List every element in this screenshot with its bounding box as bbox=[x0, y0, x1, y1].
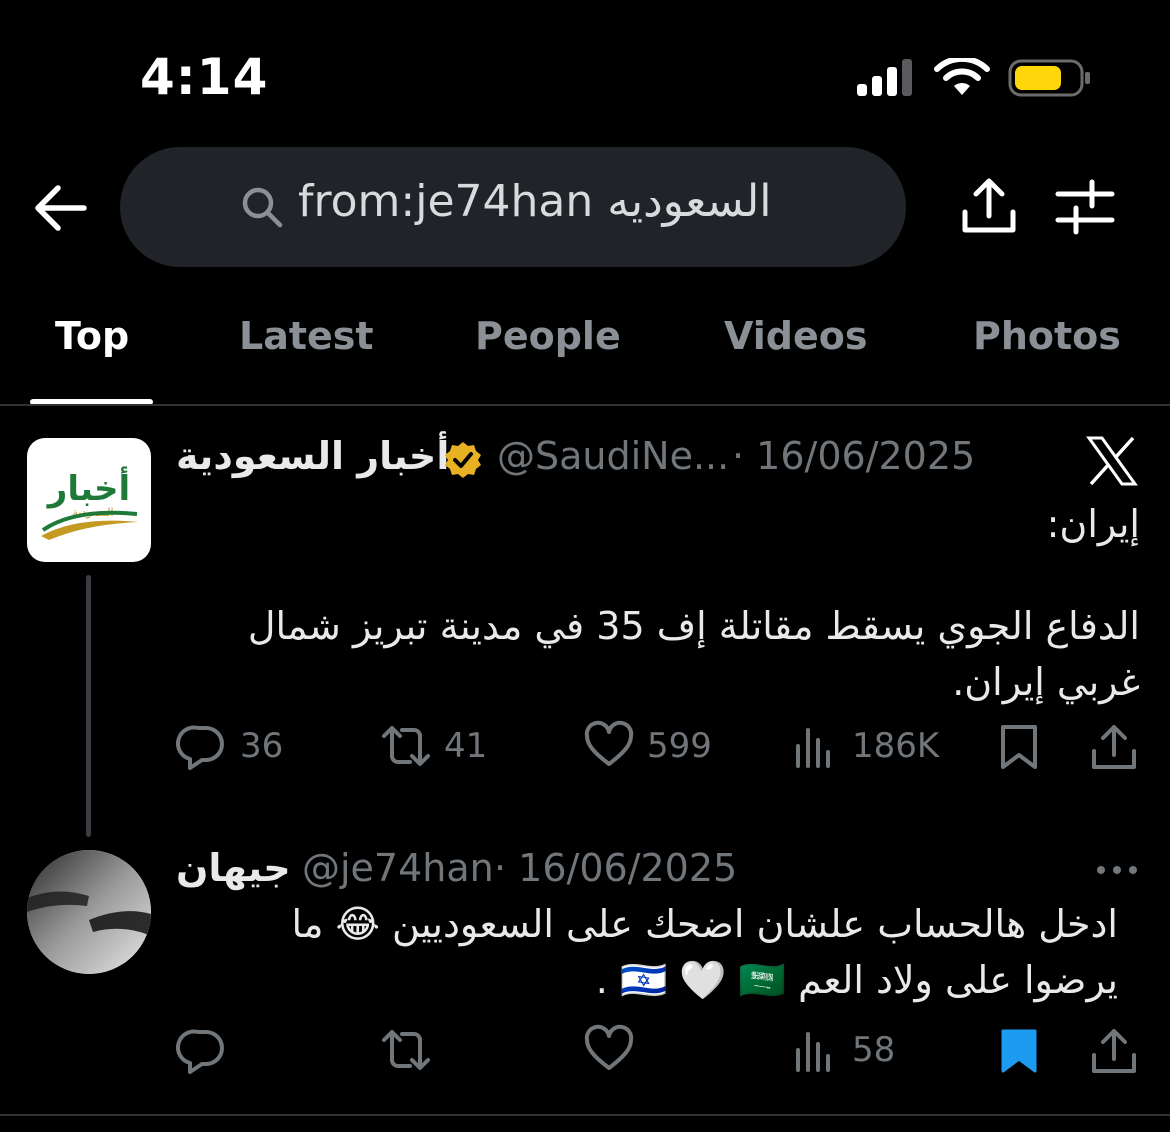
repost-icon bbox=[382, 726, 430, 766]
share-icon[interactable] bbox=[1088, 721, 1140, 773]
battery-icon bbox=[1008, 59, 1090, 97]
repost-count: 41 bbox=[444, 726, 488, 766]
avatar-je74han[interactable] bbox=[27, 850, 151, 974]
views-button[interactable]: 186K bbox=[788, 720, 939, 772]
tweet2-date: · 16/06/2025 bbox=[494, 846, 738, 890]
tab-top[interactable]: Top bbox=[55, 314, 129, 358]
reply-icon bbox=[176, 725, 224, 770]
reply-button[interactable]: 36 bbox=[176, 720, 283, 772]
back-arrow-icon[interactable] bbox=[30, 182, 90, 234]
like-button[interactable]: 599 bbox=[583, 720, 712, 772]
like-icon bbox=[584, 720, 634, 766]
avatar-image bbox=[27, 850, 151, 974]
reply-count: 36 bbox=[240, 726, 284, 766]
tab-videos[interactable]: Videos bbox=[724, 314, 867, 358]
search-icon bbox=[242, 187, 283, 228]
views-button[interactable]: 58 bbox=[788, 1024, 895, 1076]
tweet1-text-line3: الدفاع الجوي يسقط مقاتلة إف 35 في مدينة … bbox=[247, 604, 1140, 648]
x-logo-icon bbox=[1086, 436, 1138, 486]
tab-latest[interactable]: Latest bbox=[239, 314, 374, 358]
tweet1-text-line4: غربي إيران. bbox=[952, 660, 1140, 704]
wifi-icon bbox=[934, 58, 990, 95]
tweet2-text-line2: يرضوا على ولاد العم 🇮🇱 🤍 🇸🇦 . bbox=[595, 958, 1118, 1002]
views-count: 58 bbox=[852, 1030, 896, 1070]
repost-icon[interactable] bbox=[380, 1024, 432, 1076]
tweet1-header: أخبار السعودية bbox=[176, 434, 449, 478]
tweet2-text-line1: ادخل هالحساب علشان اضحك على السعوديين 😂 … bbox=[291, 902, 1118, 946]
tab-photos[interactable]: Photos bbox=[973, 314, 1121, 358]
status-time: 4:14 bbox=[140, 48, 269, 106]
views-icon bbox=[796, 728, 830, 768]
share-icon[interactable] bbox=[958, 176, 1020, 238]
tweet1-text-line1: إيران: bbox=[1046, 502, 1140, 546]
tabs-divider bbox=[0, 404, 1170, 406]
avatar-saudi-news[interactable]: أخبار السعودية bbox=[27, 438, 151, 562]
tweet1-display-name[interactable]: أخبار السعودية bbox=[176, 434, 449, 478]
reply-icon[interactable] bbox=[176, 1024, 228, 1076]
thread-line bbox=[86, 575, 91, 837]
bottom-divider bbox=[0, 1114, 1170, 1116]
tweet1-date: · 16/06/2025 bbox=[732, 434, 976, 478]
like-icon[interactable] bbox=[583, 1024, 635, 1076]
tweet1-handle[interactable]: @SaudiNe... bbox=[497, 434, 729, 478]
bookmark-icon[interactable] bbox=[993, 721, 1045, 773]
share-icon[interactable] bbox=[1088, 1025, 1140, 1077]
tweet2-handle[interactable]: @je74han bbox=[302, 846, 494, 890]
search-query[interactable]: from:je74han السعوديه bbox=[298, 176, 772, 227]
like-count: 599 bbox=[647, 726, 712, 766]
repost-button[interactable]: 41 bbox=[380, 720, 487, 772]
verified-badge-icon bbox=[445, 442, 481, 478]
views-icon bbox=[796, 1032, 830, 1072]
more-icon[interactable] bbox=[1094, 858, 1140, 882]
saudi-news-logo: أخبار السعودية bbox=[41, 466, 139, 540]
filter-icon[interactable] bbox=[1054, 178, 1116, 236]
tweet2-display-name: جيهان bbox=[176, 846, 291, 890]
bookmark-icon-active[interactable] bbox=[993, 1025, 1045, 1077]
tab-people[interactable]: People bbox=[475, 314, 621, 358]
svg-text:أخبار: أخبار bbox=[46, 466, 130, 509]
signal-icon bbox=[857, 59, 912, 96]
views-count: 186K bbox=[852, 726, 940, 766]
